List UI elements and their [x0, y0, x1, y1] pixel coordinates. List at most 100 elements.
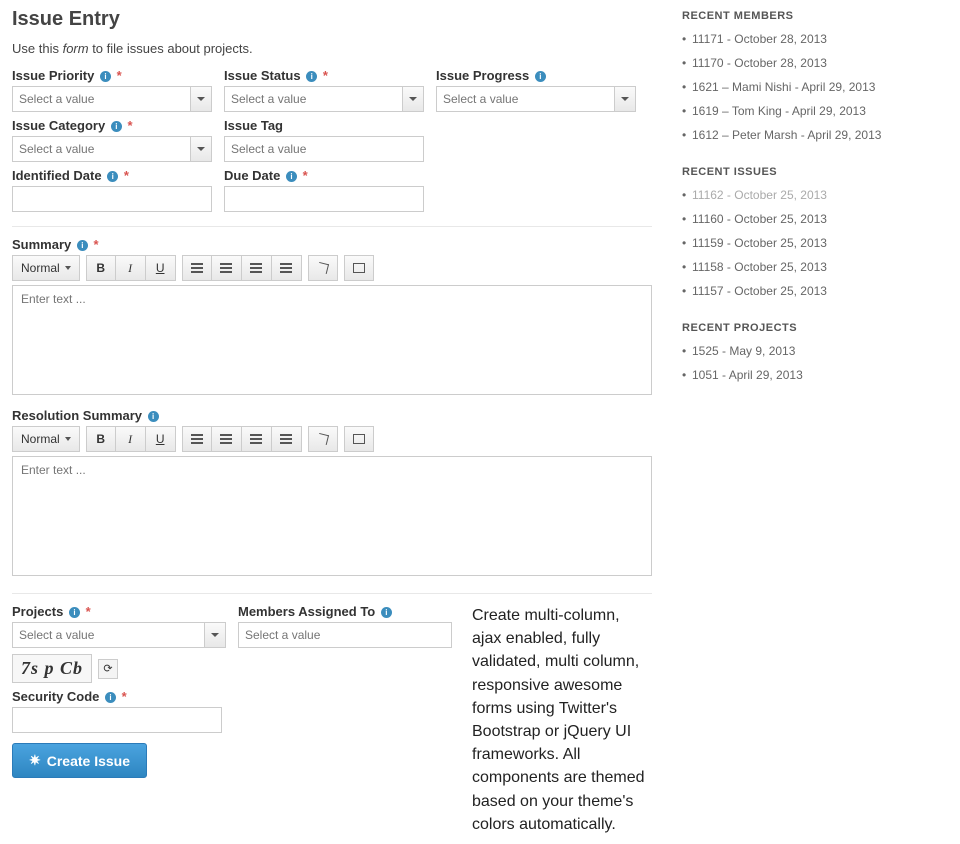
tag-input[interactable] [224, 136, 424, 162]
required-icon: * [323, 68, 328, 83]
list-item[interactable]: 11170 - October 28, 2013 [682, 56, 948, 70]
projects-label: Projects i * [12, 604, 226, 619]
priority-select[interactable] [12, 86, 212, 112]
info-icon[interactable]: i [286, 171, 297, 182]
indent-button[interactable] [272, 426, 302, 452]
list-ol-button[interactable] [212, 255, 242, 281]
due-date-input[interactable] [224, 186, 424, 212]
info-icon[interactable]: i [111, 121, 122, 132]
projects-input[interactable] [12, 622, 204, 648]
due-label: Due Date i * [224, 168, 424, 183]
underline-button[interactable]: U [146, 255, 176, 281]
category-input[interactable] [12, 136, 190, 162]
chevron-down-icon [65, 266, 71, 270]
info-icon[interactable]: i [69, 607, 80, 618]
status-select[interactable] [224, 86, 424, 112]
outdent-button[interactable] [242, 255, 272, 281]
dropdown-toggle[interactable] [402, 86, 424, 112]
list-item[interactable]: 1051 - April 29, 2013 [682, 368, 948, 382]
members-input[interactable] [238, 622, 452, 648]
chevron-down-icon [409, 97, 417, 101]
members-label: Members Assigned To i [238, 604, 452, 619]
info-icon[interactable]: i [105, 692, 116, 703]
status-input[interactable] [224, 86, 402, 112]
italic-button[interactable]: I [116, 426, 146, 452]
divider [12, 226, 652, 227]
link-icon [317, 433, 329, 445]
progress-select[interactable] [436, 86, 636, 112]
bug-icon: ✷ [29, 752, 41, 769]
create-issue-button[interactable]: ✷Create Issue [12, 743, 147, 778]
format-dropdown[interactable]: Normal [12, 426, 80, 452]
list-item[interactable]: 1621 – Mami Nishi - April 29, 2013 [682, 80, 948, 94]
page-title: Issue Entry [12, 8, 652, 31]
bold-button[interactable]: B [86, 426, 116, 452]
info-icon[interactable]: i [148, 411, 159, 422]
image-button[interactable] [344, 255, 374, 281]
progress-label: Issue Progress i [436, 68, 636, 83]
priority-input[interactable] [12, 86, 190, 112]
info-icon[interactable]: i [535, 71, 546, 82]
format-dropdown[interactable]: Normal [12, 255, 80, 281]
recent-issues-heading: RECENT ISSUES [682, 166, 948, 178]
indent-icon [280, 263, 292, 273]
list-ul-button[interactable] [182, 426, 212, 452]
intro-em: form [63, 41, 89, 56]
indent-button[interactable] [272, 255, 302, 281]
captcha-refresh-button[interactable]: ⟳ [98, 659, 118, 679]
outdent-button[interactable] [242, 426, 272, 452]
list-item[interactable]: 1619 – Tom King - April 29, 2013 [682, 104, 948, 118]
underline-button[interactable]: U [146, 426, 176, 452]
security-label: Security Code i * [12, 689, 452, 704]
recent-issues-section: RECENT ISSUES 11162 - October 25, 2013 1… [682, 166, 948, 298]
list-item[interactable]: 11158 - October 25, 2013 [682, 260, 948, 274]
dropdown-toggle[interactable] [190, 136, 212, 162]
intro-post: to file issues about projects. [89, 41, 253, 56]
identified-date-input[interactable] [12, 186, 212, 212]
list-item[interactable]: 11162 - October 25, 2013 [682, 188, 948, 202]
security-code-input[interactable] [12, 707, 222, 733]
projects-select[interactable] [12, 622, 226, 648]
divider [12, 593, 652, 594]
summary-editor[interactable] [12, 285, 652, 395]
indent-icon [280, 434, 292, 444]
intro-text: Use this form to file issues about proje… [12, 41, 652, 56]
status-label: Issue Status i * [224, 68, 424, 83]
resolution-editor[interactable] [12, 456, 652, 576]
recent-projects-heading: RECENT PROJECTS [682, 322, 948, 334]
info-icon[interactable]: i [381, 607, 392, 618]
required-icon: * [86, 604, 91, 619]
link-button[interactable] [308, 426, 338, 452]
list-ol-button[interactable] [212, 426, 242, 452]
info-icon[interactable]: i [100, 71, 111, 82]
info-icon[interactable]: i [77, 240, 88, 251]
dropdown-toggle[interactable] [614, 86, 636, 112]
list-item[interactable]: 11159 - October 25, 2013 [682, 236, 948, 250]
italic-button[interactable]: I [116, 255, 146, 281]
resolution-label: Resolution Summary i [12, 408, 652, 423]
chevron-down-icon [211, 633, 219, 637]
info-icon[interactable]: i [107, 171, 118, 182]
list-item[interactable]: 11157 - October 25, 2013 [682, 284, 948, 298]
outdent-icon [250, 263, 262, 273]
list-ul-button[interactable] [182, 255, 212, 281]
category-select[interactable] [12, 136, 212, 162]
list-item[interactable]: 1525 - May 9, 2013 [682, 344, 948, 358]
image-button[interactable] [344, 426, 374, 452]
outdent-icon [250, 434, 262, 444]
list-item[interactable]: 11160 - October 25, 2013 [682, 212, 948, 226]
list-item[interactable]: 11171 - October 28, 2013 [682, 32, 948, 46]
list-item[interactable]: 1612 – Peter Marsh - April 29, 2013 [682, 128, 948, 142]
required-icon: * [94, 237, 99, 252]
list-ol-icon [220, 263, 232, 273]
progress-input[interactable] [436, 86, 614, 112]
captcha-image: 7s p Cb [12, 654, 92, 683]
link-icon [317, 262, 329, 274]
dropdown-toggle[interactable] [204, 622, 226, 648]
bold-button[interactable]: B [86, 255, 116, 281]
link-button[interactable] [308, 255, 338, 281]
dropdown-toggle[interactable] [190, 86, 212, 112]
identified-label: Identified Date i * [12, 168, 212, 183]
info-icon[interactable]: i [306, 71, 317, 82]
required-icon: * [122, 689, 127, 704]
